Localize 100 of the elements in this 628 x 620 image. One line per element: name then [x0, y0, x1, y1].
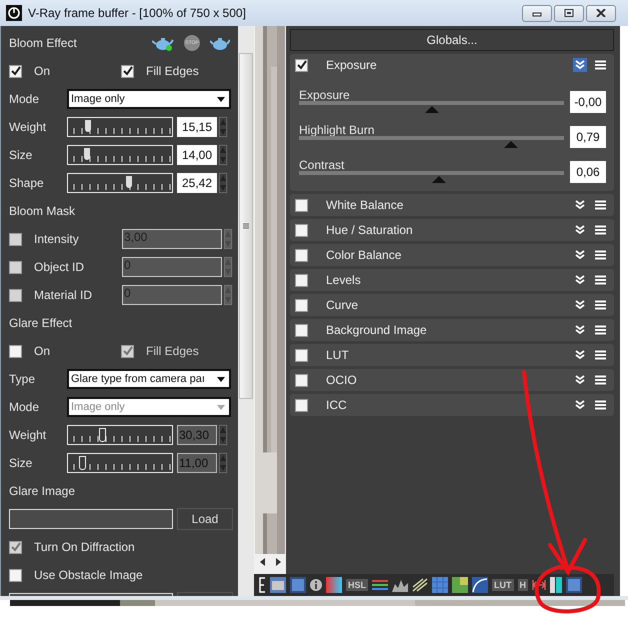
histogram-icon[interactable] [392, 578, 408, 592]
checkbox-label: On [34, 64, 50, 78]
slider[interactable] [67, 173, 173, 193]
slider[interactable] [299, 171, 564, 183]
checkbox[interactable] [295, 374, 308, 386]
menu-icon[interactable] [595, 225, 606, 235]
checkbox[interactable] [121, 64, 134, 78]
minimize-button[interactable] [522, 4, 552, 22]
dropdown[interactable]: Glare type from camera paı [67, 369, 231, 389]
spinner-icon[interactable] [219, 117, 227, 137]
menu-icon[interactable] [595, 60, 606, 70]
checkbox[interactable] [295, 324, 308, 336]
expand-icon[interactable] [573, 298, 587, 312]
slider[interactable] [67, 117, 173, 137]
slider[interactable] [67, 145, 173, 165]
toolbar-button[interactable]: H [518, 579, 528, 591]
checkbox[interactable] [295, 198, 308, 212]
slider-thumb[interactable] [85, 120, 92, 132]
slider[interactable] [299, 101, 564, 113]
expand-icon[interactable] [573, 273, 587, 287]
bars-icon[interactable] [372, 579, 388, 591]
checkbox-label: Fill Edges [146, 344, 199, 358]
checkbox[interactable] [9, 260, 22, 274]
checkbox-label: Fill Edges [146, 64, 199, 78]
info-icon[interactable] [310, 579, 322, 591]
spinner-icon[interactable] [219, 425, 227, 445]
spinner-icon[interactable] [224, 285, 232, 305]
expand-icon[interactable] [573, 398, 587, 412]
teapot-icon[interactable] [210, 36, 230, 50]
expand-icon[interactable] [573, 58, 587, 72]
caret-icon [217, 96, 225, 102]
checkbox[interactable] [9, 232, 22, 246]
menu-icon[interactable] [595, 325, 606, 335]
field-label: Weight [9, 428, 48, 442]
checkbox[interactable] [295, 348, 308, 362]
value-field[interactable]: 0,79 [570, 126, 606, 148]
slider-thumb[interactable] [84, 148, 90, 160]
spinner-icon[interactable] [219, 173, 227, 193]
expand-icon[interactable] [573, 248, 587, 262]
value-field[interactable]: 14,00 [177, 145, 217, 165]
toolbar-button[interactable]: LUT [492, 579, 514, 591]
layer-title: Exposure [326, 58, 378, 72]
checkbox[interactable] [9, 568, 22, 582]
slider-label: Contrast [299, 159, 346, 171]
menu-icon[interactable] [595, 300, 606, 310]
scroll-left-icon[interactable] [260, 558, 264, 566]
spinner-icon[interactable] [224, 229, 232, 249]
menu-icon[interactable] [595, 400, 606, 410]
app-logo-icon [6, 5, 22, 21]
value-field[interactable]: 25,42 [177, 173, 217, 193]
checkbox[interactable] [9, 344, 22, 358]
menu-icon[interactable] [595, 250, 606, 260]
menu-icon[interactable] [595, 350, 606, 360]
slider-thumb[interactable] [126, 176, 132, 188]
close-button[interactable] [586, 4, 616, 22]
bars-icon[interactable] [550, 577, 562, 593]
toolbar-button[interactable]: HSL [346, 579, 368, 591]
bracket-icon[interactable] [258, 577, 266, 593]
expand-icon[interactable] [573, 223, 587, 237]
expand-icon[interactable] [573, 323, 587, 337]
menu-icon[interactable] [595, 375, 606, 385]
slider[interactable] [67, 425, 173, 445]
scrollbar-thumb[interactable] [239, 53, 253, 399]
expand-icon[interactable] [573, 373, 587, 387]
field-label: Mode [9, 92, 40, 106]
curve-icon[interactable] [472, 577, 488, 593]
checkbox[interactable] [9, 64, 22, 78]
section-heading: Glare Image [9, 484, 76, 498]
checkbox[interactable] [9, 288, 22, 302]
slider[interactable] [67, 453, 173, 473]
value-field[interactable]: 0,06 [570, 161, 606, 183]
layer-title: Color Balance [326, 248, 402, 262]
checkbox[interactable] [295, 298, 308, 312]
checkbox[interactable] [295, 224, 308, 236]
maximize-button[interactable] [554, 4, 584, 22]
checkbox-label: On [34, 344, 50, 358]
checkbox[interactable] [295, 274, 308, 286]
teapot-icon[interactable] [152, 35, 174, 51]
checkbox[interactable] [295, 398, 308, 412]
width-icon[interactable] [532, 580, 546, 590]
dropdown[interactable]: Image only [67, 89, 231, 109]
slider[interactable] [299, 136, 564, 148]
spinner-icon[interactable] [219, 453, 227, 473]
menu-icon[interactable] [595, 200, 606, 210]
menu-icon[interactable] [595, 275, 606, 285]
diagonal-lines-icon[interactable] [412, 578, 428, 592]
load-button[interactable]: Load [177, 508, 233, 530]
spinner-icon[interactable] [224, 257, 232, 277]
globals-button[interactable]: Globals... [290, 29, 614, 51]
scrollbar[interactable] [238, 26, 254, 596]
checkbox[interactable] [295, 248, 308, 262]
file-path-field[interactable] [9, 509, 173, 529]
scroll-right-icon[interactable] [276, 558, 280, 566]
value-field[interactable]: 15,15 [177, 117, 217, 137]
slider-label: Highlight Burn [299, 124, 376, 136]
expand-icon[interactable] [573, 348, 587, 362]
spinner-icon[interactable] [219, 145, 227, 165]
expand-icon[interactable] [573, 198, 587, 212]
checkbox[interactable] [295, 58, 308, 72]
value-field[interactable]: -0,00 [570, 91, 606, 113]
